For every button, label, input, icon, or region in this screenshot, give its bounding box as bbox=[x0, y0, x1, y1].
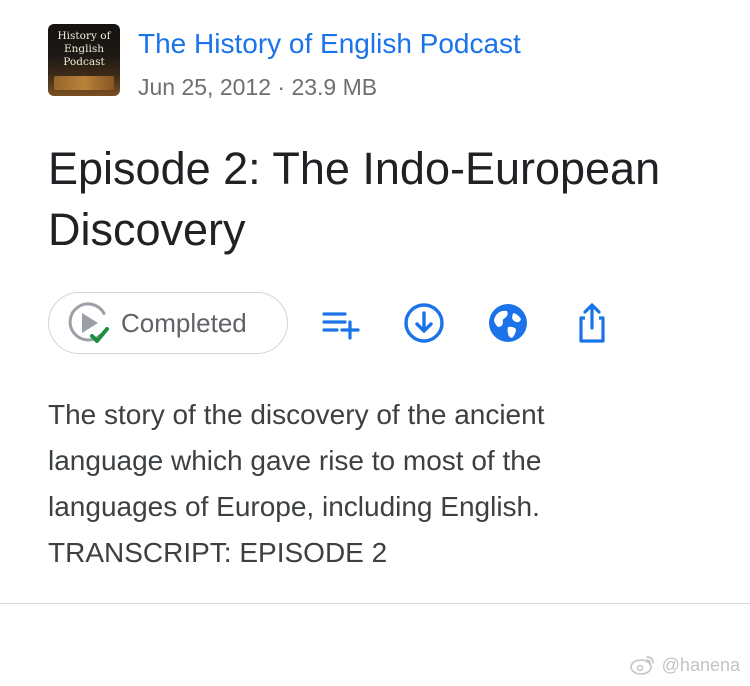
description-line: languages of Europe, including English. bbox=[48, 491, 540, 522]
watermark: @hanena bbox=[629, 654, 740, 676]
completed-status-button[interactable]: Completed bbox=[48, 292, 288, 354]
artwork-text-line: History of bbox=[57, 30, 111, 42]
episode-header: History of English Podcast The History o… bbox=[48, 24, 521, 102]
download-button[interactable] bbox=[401, 300, 447, 346]
description-line: language which gave rise to most of the bbox=[48, 445, 542, 476]
episode-description: The story of the discovery of the ancien… bbox=[48, 392, 728, 576]
divider bbox=[0, 603, 750, 604]
episode-meta: Jun 25, 2012 · 23.9 MB bbox=[138, 74, 378, 100]
episode-title: Episode 2: The Indo-European Discovery bbox=[48, 143, 661, 255]
description-line: The story of the discovery of the ancien… bbox=[48, 399, 545, 430]
add-to-queue-icon bbox=[322, 312, 360, 340]
website-button[interactable] bbox=[485, 300, 531, 346]
header-text: The History of English Podcast Jun 25, 2… bbox=[138, 24, 521, 102]
play-circle-check-icon bbox=[65, 299, 113, 347]
globe-icon bbox=[489, 304, 527, 342]
share-icon bbox=[579, 303, 605, 343]
podcast-artwork[interactable]: History of English Podcast bbox=[48, 24, 120, 96]
transcript-link[interactable]: TRANSCRIPT: EPISODE 2 bbox=[48, 530, 728, 576]
add-to-queue-button[interactable] bbox=[318, 300, 364, 346]
download-circle-icon bbox=[404, 303, 444, 343]
watermark-text: @hanena bbox=[661, 654, 740, 675]
share-button[interactable] bbox=[569, 300, 615, 346]
artwork-book-graphic bbox=[54, 76, 114, 90]
weibo-icon bbox=[629, 656, 654, 675]
artwork-text-line: English bbox=[63, 43, 105, 55]
artwork-text-line: Podcast bbox=[63, 56, 105, 68]
podcast-title-link[interactable]: The History of English Podcast bbox=[138, 26, 521, 62]
status-label: Completed bbox=[121, 307, 247, 338]
